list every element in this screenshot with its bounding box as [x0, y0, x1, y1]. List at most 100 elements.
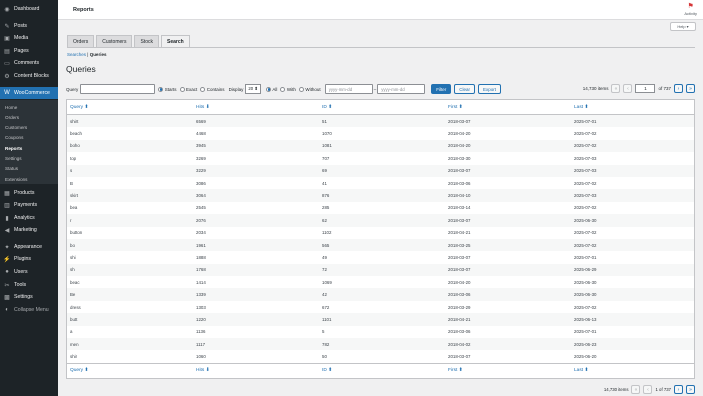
- sidebar-item-plugins[interactable]: ⚡ Plugins: [0, 253, 58, 265]
- cell-id: 707: [322, 155, 330, 161]
- submenu-orders[interactable]: Orders: [0, 112, 58, 122]
- sidebar-item-settings[interactable]: ▩ Settings: [0, 291, 58, 303]
- items-count: 14,730 items: [582, 86, 609, 91]
- with-radio[interactable]: [280, 86, 286, 92]
- clear-button[interactable]: Clear: [454, 84, 475, 94]
- next-page-button-bottom[interactable]: ›: [674, 385, 683, 394]
- sidebar-item-label: Content Blocks: [14, 73, 49, 79]
- cell-last: 2025-06-23: [574, 341, 597, 347]
- col-hits-header[interactable]: Hits ⬇: [192, 105, 318, 110]
- submenu-status[interactable]: Status: [0, 164, 58, 174]
- submenu-reports[interactable]: Reports: [0, 143, 58, 153]
- cell-id: 69: [322, 168, 327, 174]
- table-row: shi 1888 49 2018-03-07 2025-07-01: [67, 251, 694, 263]
- cell-first: 2018-03-07: [448, 168, 471, 174]
- sidebar-item-collapse-menu[interactable]: ◐ Collapse Menu: [0, 304, 58, 316]
- prev-page-button-bottom[interactable]: ‹: [643, 385, 653, 394]
- contains-radio[interactable]: [200, 86, 206, 92]
- next-page-button[interactable]: ›: [674, 84, 683, 93]
- sidebar-item-dashboard[interactable]: ◉ Dashboard: [0, 3, 58, 15]
- display-select[interactable]: 20 ⬍: [245, 84, 261, 94]
- table-row: B 3086 41 2018-03-06 2025-07-02: [67, 177, 694, 189]
- sidebar-item-tools[interactable]: ✂ Tools: [0, 279, 58, 291]
- col-id-header[interactable]: ID ⬍: [318, 105, 444, 110]
- first-page-button[interactable]: «: [611, 84, 621, 93]
- sidebar-item-posts[interactable]: ✎ Posts: [0, 20, 58, 32]
- sidebar-item-products[interactable]: ▦ Products: [0, 187, 58, 199]
- sidebar-item-comments[interactable]: ▭ Comments: [0, 57, 58, 69]
- col-id-footer[interactable]: ID ⬍: [318, 368, 444, 373]
- sidebar-item-media[interactable]: ▣ Media: [0, 32, 58, 44]
- prev-page-button[interactable]: ‹: [623, 84, 633, 93]
- last-page-button-bottom[interactable]: »: [686, 385, 695, 394]
- without-radio[interactable]: [298, 86, 304, 92]
- cell-id: 62: [322, 217, 327, 223]
- cell-query: shi: [70, 254, 76, 260]
- submenu-settings[interactable]: Settings: [0, 154, 58, 164]
- analytics-icon: ▮: [5, 215, 9, 222]
- sidebar-item-appearance[interactable]: ✦ Appearance: [0, 241, 58, 253]
- all-radio[interactable]: [265, 86, 271, 92]
- breadcrumb: Searches | Queries: [67, 52, 106, 57]
- activity-button[interactable]: ⚑ Activity: [684, 3, 697, 16]
- sidebar-item-payments[interactable]: ▥ Payments: [0, 199, 58, 211]
- cell-last: 2025-07-02: [574, 230, 597, 236]
- cell-last: 2025-06-30: [574, 217, 597, 223]
- col-query-header[interactable]: Query ⬍: [67, 105, 192, 110]
- col-first-footer[interactable]: First ⬍: [444, 368, 570, 373]
- table-header: Query ⬍ Hits ⬇ ID ⬍ First ⬍ Last ⬍: [67, 100, 694, 115]
- first-page-button-bottom[interactable]: «: [631, 385, 641, 394]
- sidebar-item-label: Posts: [14, 23, 27, 29]
- submenu-coupons[interactable]: Coupons: [0, 133, 58, 143]
- cell-last: 2025-06-13: [574, 316, 597, 322]
- exact-radio[interactable]: [179, 86, 185, 92]
- cell-last: 2025-07-02: [574, 180, 597, 186]
- cell-query: beach: [70, 131, 82, 137]
- cell-query: s: [70, 168, 73, 174]
- settings-icon: ▩: [4, 294, 10, 301]
- help-button[interactable]: Help ▾: [670, 22, 696, 31]
- cell-id: 41: [322, 180, 327, 186]
- sidebar-item-analytics[interactable]: ▮ Analytics: [0, 212, 58, 224]
- breadcrumb-searches-link[interactable]: Searches: [67, 52, 86, 57]
- page-title: Reports: [73, 7, 94, 13]
- starts-radio[interactable]: [158, 86, 164, 92]
- cell-hits: 1888: [196, 254, 206, 260]
- sidebar-item-label: WooCommerce: [14, 90, 50, 96]
- sidebar-item-marketing[interactable]: ◀ Marketing: [0, 224, 58, 236]
- submenu-customers[interactable]: Customers: [0, 123, 58, 133]
- users-icon: ●: [5, 269, 9, 275]
- sidebar-item-label: Appearance: [14, 244, 42, 250]
- col-hits-footer[interactable]: Hits ⬇: [192, 368, 318, 373]
- last-page-button[interactable]: »: [686, 84, 695, 93]
- cell-query: shir: [70, 354, 78, 360]
- date-from-input[interactable]: yyyy-mm-dd: [324, 84, 373, 94]
- starts-label: Starts: [164, 86, 177, 92]
- export-button[interactable]: Export: [477, 84, 501, 94]
- col-first-header[interactable]: First ⬍: [444, 105, 570, 110]
- table-row: shir 1060 50 2018-03-07 2025-06-20: [67, 350, 694, 362]
- page-heading: Queries: [66, 64, 96, 74]
- filter-button[interactable]: Filter: [431, 84, 452, 94]
- cell-query: top: [70, 155, 77, 161]
- submenu-home[interactable]: Home: [0, 102, 58, 112]
- col-last-header[interactable]: Last ⬍: [570, 105, 690, 110]
- filter-bar: Query Starts Exact Contains Display 20 ⬍…: [66, 84, 501, 94]
- sidebar-item-pages[interactable]: ▤ Pages: [0, 45, 58, 57]
- cell-hits: 1220: [196, 316, 206, 322]
- cell-id: 782: [322, 341, 330, 347]
- cell-first: 2018-03-06: [448, 292, 471, 298]
- cell-query: shirt: [70, 118, 79, 124]
- col-last-footer[interactable]: Last ⬍: [570, 368, 690, 373]
- sidebar-item-woocommerce[interactable]: W WooCommerce: [0, 87, 58, 99]
- sidebar-item-content-blocks[interactable]: ⚙ Content Blocks: [0, 70, 58, 82]
- cell-hits: 3945: [196, 143, 206, 149]
- col-query-footer[interactable]: Query ⬍: [67, 368, 192, 373]
- date-to-input[interactable]: yyyy-mm-dd: [377, 84, 426, 94]
- page-input[interactable]: 1: [635, 84, 656, 93]
- sidebar-item-users[interactable]: ● Users: [0, 266, 58, 278]
- cell-hits: 2034: [196, 230, 206, 236]
- submenu-extensions[interactable]: Extensions: [0, 174, 58, 184]
- query-input[interactable]: [80, 84, 156, 94]
- table-row: boho 3945 1081 2018-04-20 2025-07-02: [67, 139, 694, 153]
